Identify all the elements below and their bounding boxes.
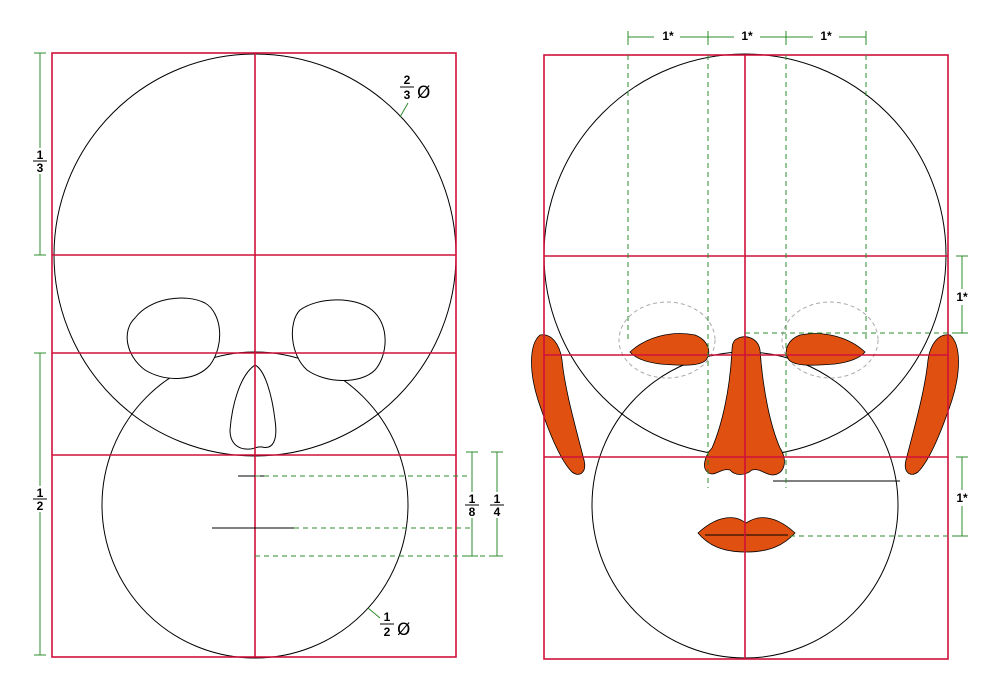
svg-text:2: 2 <box>37 499 44 513</box>
top-dimension-1: 1* <box>662 29 674 43</box>
dimension-one-eighth: 1 8 <box>463 492 481 519</box>
top-dimension-2: 1* <box>741 29 753 43</box>
svg-text:1: 1 <box>37 486 44 500</box>
nose-cavity <box>229 364 277 450</box>
right-eye <box>785 333 866 366</box>
ear-dimension-upper: 1* <box>956 290 968 304</box>
ear-dimension-lower: 1* <box>956 491 968 505</box>
svg-text:1: 1 <box>469 492 476 506</box>
svg-text:2: 2 <box>384 625 391 639</box>
svg-text:4: 4 <box>494 505 501 519</box>
svg-text:2: 2 <box>404 73 411 87</box>
svg-text:1: 1 <box>384 610 391 624</box>
right-eye-socket <box>291 299 386 381</box>
skull-panel: 1 3 1 2 1 8 1 4 2 3 Ø 1 2 Ø <box>30 52 506 659</box>
svg-text:1: 1 <box>494 492 501 506</box>
svg-text:Ø: Ø <box>417 83 430 103</box>
dimension-one-third: 1 3 <box>30 148 50 175</box>
face-panel: 1* 1* 1* 1* 1* <box>531 28 976 660</box>
cranium-diameter-label: 2 3 Ø <box>400 73 430 103</box>
top-dimension-3: 1* <box>820 29 832 43</box>
left-eye-socket <box>126 297 221 379</box>
dimension-one-quarter: 1 4 <box>488 492 506 519</box>
svg-text:Ø: Ø <box>397 620 410 640</box>
dimension-one-half: 1 2 <box>30 486 50 513</box>
svg-text:1: 1 <box>37 148 44 162</box>
diagram-canvas: 1 3 1 2 1 8 1 4 2 3 Ø 1 2 Ø 1* 1* 1* 1* … <box>30 28 976 660</box>
svg-text:3: 3 <box>404 88 411 102</box>
jaw-diameter-label: 1 2 Ø <box>380 610 410 640</box>
svg-text:8: 8 <box>469 505 476 519</box>
left-eye <box>629 333 710 366</box>
face-proportion-diagram: 1 3 1 2 1 8 1 4 2 3 Ø 1 2 Ø 1* 1* 1* 1* … <box>0 0 1000 690</box>
svg-text:3: 3 <box>37 161 44 175</box>
